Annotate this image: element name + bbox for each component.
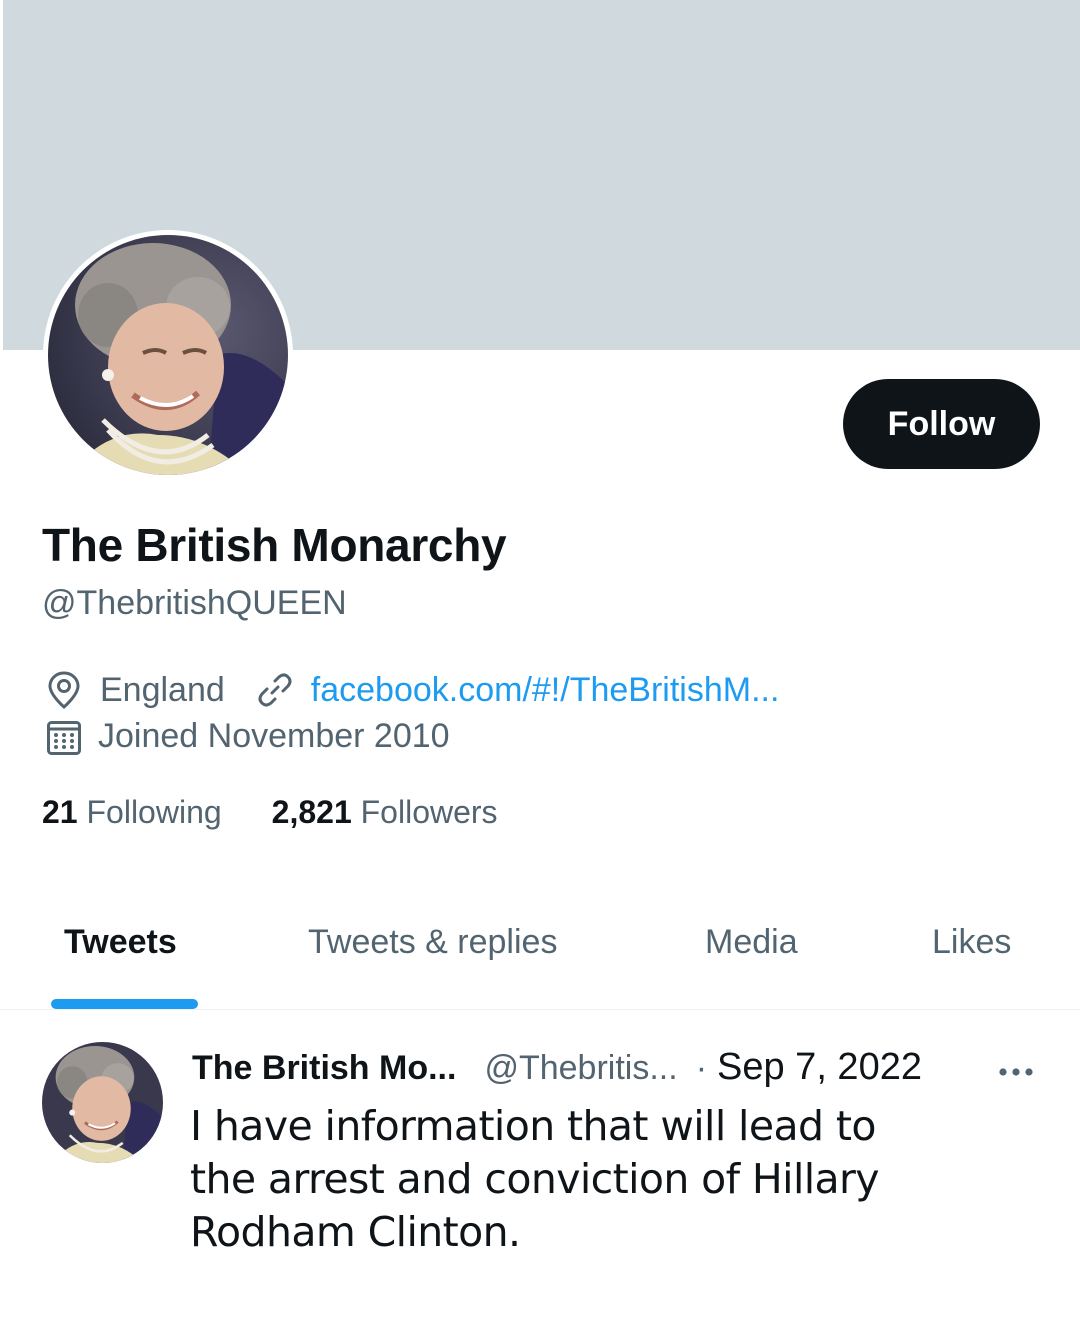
tweet-author-avatar[interactable] xyxy=(42,1042,163,1163)
tweet-author-handle[interactable]: @Thebritis... xyxy=(484,1049,677,1088)
profile-joined-date: Joined November 2010 xyxy=(98,717,450,755)
tweet-header: The British Mo... @Thebritis... · Sep 7,… xyxy=(192,1046,922,1089)
location-pin-icon xyxy=(48,671,80,709)
tab-likes[interactable]: Likes xyxy=(932,923,1011,962)
profile-tabs: Tweets Tweets & replies Media Likes xyxy=(0,905,1080,1010)
follow-button[interactable]: Follow xyxy=(843,379,1040,469)
tweet-text: I have information that will lead to the… xyxy=(190,1102,880,1256)
avatar-photo xyxy=(42,1042,163,1163)
profile-meta-location-website: England facebook.com/#!/TheBritishM... xyxy=(46,670,779,710)
followers-stat[interactable]: 2,821 Followers xyxy=(272,794,498,831)
more-dots-icon[interactable] xyxy=(996,1060,1036,1084)
profile-location: England xyxy=(100,670,225,709)
profile-handle: @ThebritishQUEEN xyxy=(42,584,347,622)
followers-label: Followers xyxy=(360,794,498,830)
tweet-separator: · xyxy=(695,1049,708,1087)
following-count: 21 xyxy=(42,794,78,830)
calendar-icon xyxy=(47,720,81,755)
tab-tweets-replies[interactable]: Tweets & replies xyxy=(308,923,557,962)
profile-website-link[interactable]: facebook.com/#!/TheBritishM... xyxy=(311,671,780,710)
profile-display-name: The British Monarchy xyxy=(42,519,507,571)
followers-count: 2,821 xyxy=(271,794,352,830)
active-tab-indicator xyxy=(51,999,198,1009)
tweet-author-name[interactable]: The British Mo... xyxy=(192,1049,456,1088)
tab-media[interactable]: Media xyxy=(705,923,798,962)
tweet-item[interactable]: The British Mo... @Thebritis... · Sep 7,… xyxy=(0,1010,1080,1327)
profile-stats: 21 Following 2,821 Followers xyxy=(42,794,498,831)
following-label: Following xyxy=(86,794,222,830)
tweet-date[interactable]: Sep 7, 2022 xyxy=(717,1046,922,1089)
profile-meta-joined: Joined November 2010 xyxy=(46,717,450,756)
profile-avatar[interactable] xyxy=(43,230,293,480)
link-icon xyxy=(258,673,292,707)
avatar-photo xyxy=(48,235,288,475)
following-stat[interactable]: 21 Following xyxy=(42,794,222,831)
tab-tweets[interactable]: Tweets xyxy=(64,923,177,962)
